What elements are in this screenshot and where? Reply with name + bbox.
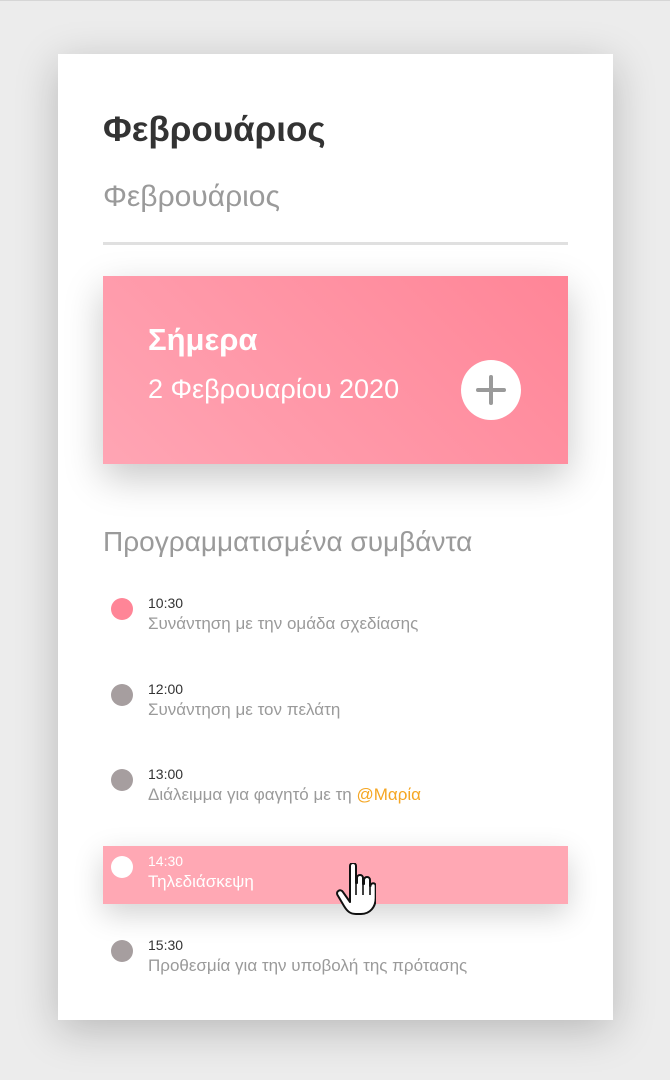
event-status-dot bbox=[111, 684, 133, 706]
header-divider bbox=[103, 242, 568, 245]
event-status-dot bbox=[111, 598, 133, 620]
event-description: Συνάντηση με την ομάδα σχεδίασης bbox=[148, 614, 419, 633]
event-time: 12:00 bbox=[148, 681, 184, 697]
event-status-dot bbox=[111, 769, 133, 791]
event-description: Τηλεδιάσκεψη bbox=[148, 872, 254, 891]
event-status-dot bbox=[111, 940, 133, 962]
month-title: Φεβρουάριος bbox=[103, 110, 326, 149]
today-label: Σήμερα bbox=[148, 322, 258, 357]
add-event-button[interactable] bbox=[461, 360, 521, 420]
today-date: 2 Φεβρουαρίου 2020 bbox=[148, 374, 400, 404]
hand-pointer-icon bbox=[336, 863, 376, 915]
event-description: Προθεσμία για την υποβολή της πρότασης bbox=[148, 956, 468, 975]
event-time: 10:30 bbox=[148, 595, 184, 611]
event-item[interactable]: 13:00 Διάλειμμα για φαγητό με τη @Μαρία bbox=[103, 759, 568, 817]
month-subtitle: Φεβρουάριος bbox=[103, 180, 280, 213]
scheduled-events-heading: Προγραμματισμένα συμβάντα bbox=[103, 526, 473, 557]
event-item[interactable]: 12:00 Συνάντηση με τον πελάτη bbox=[103, 674, 568, 732]
event-status-dot bbox=[111, 856, 133, 878]
event-time: 14:30 bbox=[148, 853, 184, 869]
mention-link[interactable]: @Μαρία bbox=[356, 785, 421, 804]
event-item[interactable]: 10:30 Συνάντηση με την ομάδα σχεδίασης bbox=[103, 588, 568, 646]
event-item[interactable]: 15:30 Προθεσμία για την υποβολή της πρότ… bbox=[103, 930, 568, 988]
event-description: Συνάντηση με τον πελάτη bbox=[148, 700, 341, 719]
event-time: 13:00 bbox=[148, 766, 184, 782]
event-time: 15:30 bbox=[148, 937, 184, 953]
today-panel: Σήμερα 2 Φεβρουαρίου 2020 bbox=[103, 276, 568, 464]
event-description: Διάλειμμα για φαγητό με τη @Μαρία bbox=[148, 785, 422, 804]
